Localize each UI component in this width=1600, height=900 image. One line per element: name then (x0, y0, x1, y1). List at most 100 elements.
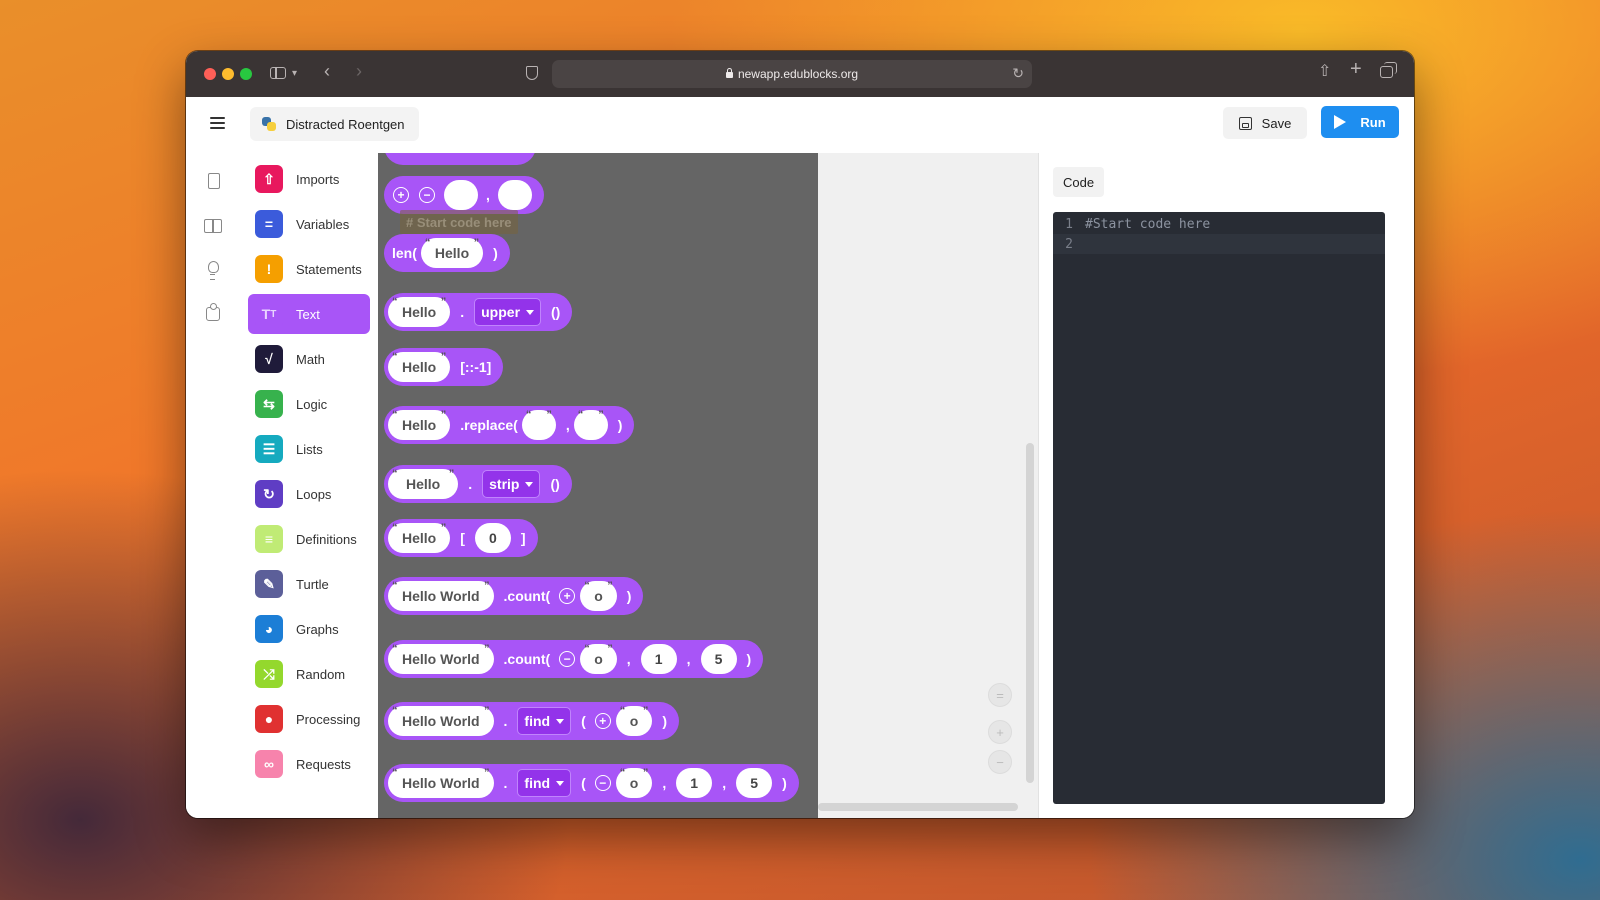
forward-arrow-icon[interactable]: › (356, 62, 362, 80)
number-input[interactable]: 1 (676, 768, 713, 798)
comma-text: , (722, 775, 727, 791)
string-input[interactable]: Hello (388, 296, 451, 327)
maximize-window-button[interactable] (240, 68, 252, 80)
category-label: Imports (296, 171, 340, 187)
category-loops[interactable]: ↻ Loops (248, 474, 370, 514)
back-arrow-icon[interactable]: ‹ (324, 62, 330, 80)
category-statements[interactable]: ! Statements (248, 249, 370, 289)
string-input[interactable]: Hello (388, 522, 451, 553)
plus-circle-icon[interactable]: + (594, 713, 611, 729)
workspace-vertical-scrollbar[interactable] (1026, 443, 1034, 783)
plus-circle-icon[interactable]: + (393, 187, 409, 203)
guides-button[interactable] (204, 216, 224, 236)
sidebar-toggle-icon[interactable] (270, 67, 286, 79)
project-name-chip[interactable]: Distracted Roentgen (250, 107, 419, 141)
tips-button[interactable] (204, 260, 224, 280)
line-number: 1 (1065, 216, 1073, 232)
block-workspace[interactable]: = + − (818, 153, 1038, 818)
string-input[interactable]: Hello (388, 409, 451, 440)
category-logic[interactable]: ⇆ Logic (248, 384, 370, 424)
empty-slot[interactable] (497, 180, 532, 210)
extensions-button[interactable] (204, 303, 224, 324)
block-strip[interactable]: Hello . strip () (384, 465, 572, 503)
method-dropdown[interactable]: upper (474, 298, 542, 326)
block-partial[interactable] (384, 153, 536, 165)
empty-slot[interactable] (444, 180, 478, 210)
minimize-window-button[interactable] (222, 68, 234, 80)
number-input[interactable]: 5 (736, 768, 773, 798)
string-input[interactable]: Hello (388, 351, 451, 382)
close-window-button[interactable] (204, 68, 216, 80)
block-upper[interactable]: Hello . upper () (384, 293, 573, 331)
zoom-out-icon[interactable]: − (988, 750, 1012, 774)
block-categories: ⇧ Imports = Variables ! Statements TT Te… (242, 153, 378, 818)
category-definitions[interactable]: ≡ Definitions (248, 519, 370, 559)
string-input[interactable]: Hello World (388, 705, 494, 736)
address-bar[interactable]: newapp.edublocks.org ↻ (552, 60, 1032, 88)
string-input[interactable]: o (580, 643, 617, 674)
save-button[interactable]: Save (1223, 107, 1307, 139)
chevron-down-icon[interactable]: ▾ (292, 67, 297, 81)
tab-code[interactable]: Code (1053, 167, 1105, 197)
category-imports[interactable]: ⇧ Imports (248, 159, 370, 199)
category-math[interactable]: √ Math (248, 339, 370, 379)
dot-text: . (468, 476, 473, 492)
string-input[interactable]: Hello World (388, 767, 494, 798)
block-find[interactable]: Hello World . find ( + o ) (384, 702, 679, 740)
string-input[interactable]: Hello (388, 468, 459, 499)
category-text[interactable]: TT Text (248, 294, 370, 334)
string-input[interactable]: o (615, 705, 653, 736)
string-input[interactable]: Hello (420, 237, 484, 268)
tab-overview-icon[interactable] (1380, 62, 1397, 78)
workspace-horizontal-scrollbar[interactable] (818, 803, 1018, 811)
category-variables[interactable]: = Variables (248, 204, 370, 244)
block-index[interactable]: Hello [ 0 ] (384, 519, 538, 557)
block-plus-minus-pair[interactable]: + − , (384, 176, 544, 214)
reset-zoom-icon[interactable]: = (988, 683, 1012, 707)
block-replace[interactable]: Hello .replace( , ) (384, 406, 635, 444)
category-graphs[interactable]: ◕ Graphs (248, 609, 370, 649)
zoom-in-icon[interactable]: + (988, 720, 1012, 744)
code-editor[interactable]: 1 #Start code here 2 (1053, 212, 1385, 804)
block-reverse-slice[interactable]: Hello [::-1] (384, 348, 504, 386)
call-parens-text: () (551, 304, 561, 320)
category-label: Requests (296, 756, 351, 772)
run-button[interactable]: Run (1321, 106, 1399, 138)
shield-icon[interactable] (526, 66, 538, 80)
category-random[interactable]: ⤮ Random (248, 654, 370, 694)
minus-circle-icon[interactable]: − (594, 775, 611, 791)
comma-text: , (565, 417, 570, 433)
block-len[interactable]: len( Hello ) (384, 234, 510, 272)
share-icon[interactable]: ⇧ (1318, 64, 1331, 80)
block-count-range[interactable]: Hello World .count( − o , 1 , 5 ) (384, 640, 764, 678)
method-dropdown[interactable]: strip (482, 470, 541, 498)
string-input-empty[interactable] (573, 409, 608, 440)
string-input[interactable]: Hello World (388, 580, 494, 611)
string-input-empty[interactable] (521, 409, 556, 440)
method-dropdown[interactable]: find (517, 769, 572, 797)
category-requests[interactable]: ∞ Requests (248, 744, 370, 784)
plus-circle-icon[interactable]: + (559, 588, 576, 604)
category-turtle[interactable]: ✎ Turtle (248, 564, 370, 604)
block-count[interactable]: Hello World .count( + o ) (384, 577, 644, 615)
files-button[interactable] (204, 171, 224, 191)
new-tab-icon[interactable]: + (1350, 59, 1362, 79)
number-input[interactable]: 5 (700, 644, 737, 674)
close-paren-text: ) (782, 775, 787, 791)
minus-circle-icon[interactable]: − (419, 187, 435, 203)
comma-text: , (626, 651, 631, 667)
string-input[interactable]: o (615, 767, 653, 798)
menu-icon[interactable] (210, 117, 225, 129)
category-lists[interactable]: ☰ Lists (248, 429, 370, 469)
minus-circle-icon[interactable]: − (559, 651, 576, 667)
reload-icon[interactable]: ↻ (1012, 65, 1024, 82)
string-input[interactable]: Hello World (388, 643, 494, 674)
number-input[interactable]: 0 (474, 523, 511, 553)
category-processing[interactable]: ● Processing (248, 699, 370, 739)
string-input[interactable]: o (580, 580, 617, 611)
category-label: Processing (296, 711, 361, 727)
number-input[interactable]: 1 (640, 644, 677, 674)
document-icon (208, 173, 220, 189)
block-find-range[interactable]: Hello World . find ( − o , 1 , 5 ) (384, 764, 799, 802)
method-dropdown[interactable]: find (517, 707, 572, 735)
